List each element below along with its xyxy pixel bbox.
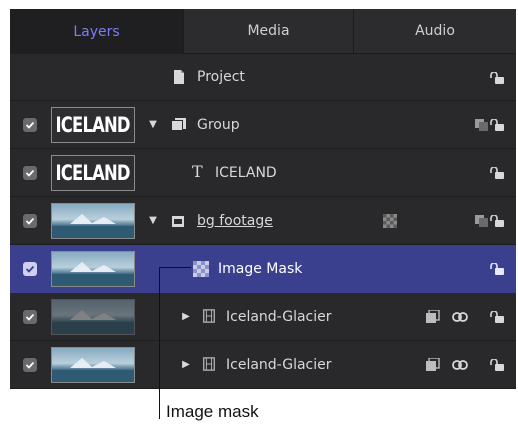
visibility-checkbox[interactable] [23,118,37,132]
tab-media[interactable]: Media [183,9,353,54]
clone-icon [426,310,440,323]
layer-row-clip[interactable]: ▶ Iceland-Glacier [10,341,516,389]
mask-badge-icon [383,214,397,228]
layer-row-group[interactable]: ICELAND ▼ Group [10,101,516,149]
disclosure-triangle-expanded-icon[interactable]: ▼ [148,216,158,226]
layer-thumbnail [51,203,135,239]
callout-line [159,267,160,419]
layer-thumbnail [51,299,135,335]
layer-row-clip[interactable]: ▶ Iceland-Glacier [10,293,516,341]
layers-panel: Layers Media Audio Project ICELAND ▼ Gro… [10,9,516,389]
disclosure-triangle-collapsed-icon[interactable]: ▶ [181,312,191,322]
lock-icon[interactable] [490,311,504,323]
layer-thumbnail: ICELAND [51,155,135,191]
visibility-checkbox[interactable] [23,214,37,228]
layer-thumbnail [51,347,135,383]
lock-icon[interactable] [490,359,504,371]
callout-label: Image mask [166,402,259,421]
layer-name: Project [197,69,245,85]
image-mask-icon [193,261,209,277]
callout-line [159,267,191,268]
film-icon [203,357,215,371]
visibility-checkbox[interactable] [23,358,37,372]
layer-row-text[interactable]: ICELAND T ICELAND [10,149,516,197]
lock-icon[interactable] [490,167,504,179]
layer-thumbnail: ICELAND [51,107,135,143]
layer-row-project[interactable]: Project [10,54,516,101]
disclosure-triangle-expanded-icon[interactable]: ▼ [148,120,158,130]
disclosure-triangle-collapsed-icon[interactable]: ▶ [181,360,191,370]
lock-icon[interactable] [490,263,504,275]
layer-name: Image Mask [218,261,303,277]
visibility-checkbox[interactable] [23,262,37,276]
lock-icon[interactable] [490,119,504,131]
blend-icon [475,215,488,227]
visibility-checkbox[interactable] [23,166,37,180]
film-icon [203,309,215,323]
link-icon [452,312,468,322]
tab-layers[interactable]: Layers [10,9,183,54]
layer-name: bg footage [197,213,273,229]
layer-name: Iceland-Glacier [226,309,332,325]
layer-row-bg-footage[interactable]: ▼ bg footage [10,197,516,245]
visibility-checkbox[interactable] [23,310,37,324]
group-icon [172,118,186,130]
text-layer-icon: T [192,162,203,181]
layer-name: ICELAND [215,165,277,181]
tab-bar: Layers Media Audio [10,9,516,54]
blend-icon [475,119,488,131]
clone-icon [426,358,440,371]
layer-thumbnail [51,251,135,287]
layer-row-image-mask[interactable]: Image Mask [10,245,516,293]
tab-audio[interactable]: Audio [353,9,516,54]
layer-name: Iceland-Glacier [226,357,332,373]
lock-icon[interactable] [490,215,504,227]
lock-icon[interactable] [490,72,504,84]
document-icon [174,70,184,84]
link-icon [452,360,468,370]
layer-name: Group [197,117,240,133]
group-icon [172,216,184,227]
